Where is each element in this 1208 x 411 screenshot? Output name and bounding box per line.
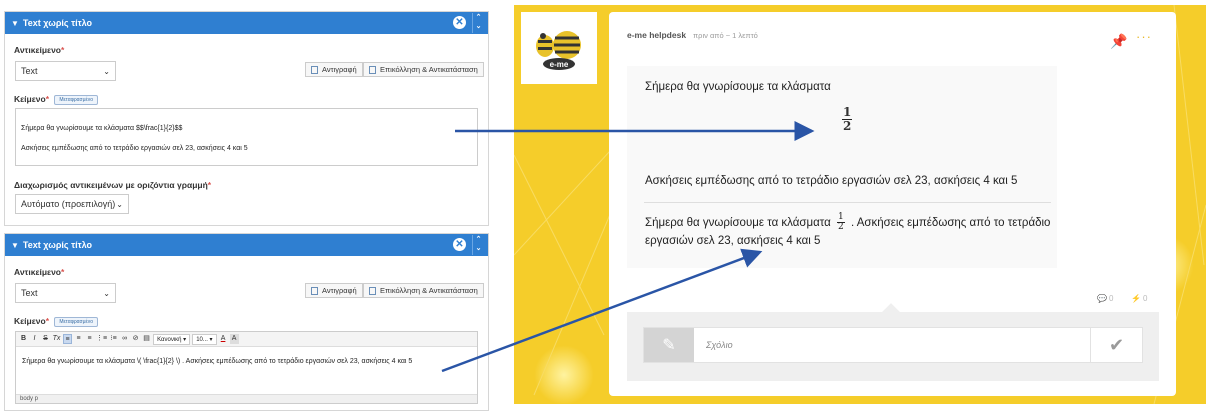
screenshot-root: ▼ Text χωρίς τίτλο ✕ ⌃ ⌄ Αντικείμενο* Tex… <box>0 0 1208 411</box>
annotation-arrows <box>441 121 815 373</box>
arrow-line <box>441 248 763 373</box>
